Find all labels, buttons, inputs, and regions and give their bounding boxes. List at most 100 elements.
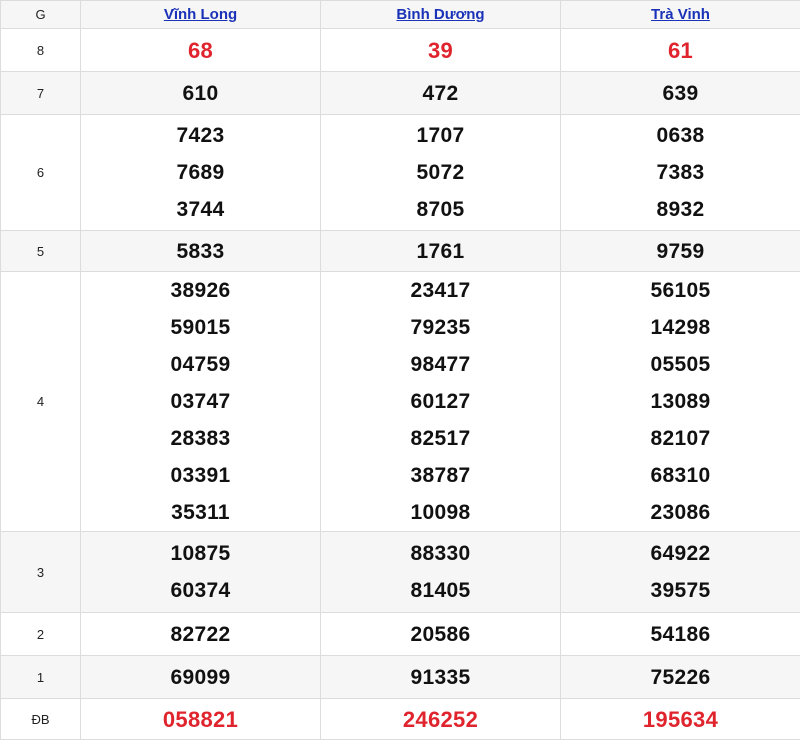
prize-8-row: 8683961 [1, 29, 800, 72]
result-cell: 063873838932 [561, 115, 800, 231]
result-cell: 23417792359847760127825173878710098 [321, 272, 561, 532]
result-number: 10098 [321, 494, 560, 531]
special-prize-row: ĐB058821246252195634 [1, 699, 800, 740]
prize-4-row: 4389265901504759037472838303391353112341… [1, 272, 800, 532]
result-cell: 20586 [321, 613, 561, 656]
province-link-binh-duong[interactable]: Bình Dương [396, 6, 484, 23]
lottery-results-table: G Vĩnh Long Bình Dương Trà Vinh 86839617… [0, 0, 800, 740]
result-cell: 68 [81, 29, 321, 72]
prize-label: 5 [1, 231, 81, 272]
result-number: 9759 [561, 233, 800, 270]
result-cell: 39 [321, 29, 561, 72]
result-cell: 69099 [81, 656, 321, 699]
prize-label: 3 [1, 532, 81, 613]
result-number: 59015 [81, 309, 320, 346]
result-number: 1761 [321, 233, 560, 270]
result-cell: 9759 [561, 231, 800, 272]
result-cell: 246252 [321, 699, 561, 740]
result-number: 88330 [321, 535, 560, 572]
result-cell: 8833081405 [321, 532, 561, 613]
prize-label: 8 [1, 29, 81, 72]
province-link-tra-vinh[interactable]: Trà Vinh [651, 6, 710, 23]
result-number: 246252 [321, 701, 560, 738]
result-number: 5833 [81, 233, 320, 270]
result-number: 68 [81, 32, 320, 69]
result-cell: 91335 [321, 656, 561, 699]
result-number: 058821 [81, 701, 320, 738]
result-cell: 610 [81, 72, 321, 115]
result-number: 7383 [561, 154, 800, 191]
prize-column-header: G [1, 1, 81, 29]
prize-2-row: 2827222058654186 [1, 613, 800, 656]
result-number: 05505 [561, 346, 800, 383]
result-number: 23417 [321, 272, 560, 309]
prize-label: 2 [1, 613, 81, 656]
result-number: 03391 [81, 457, 320, 494]
result-cell: 5833 [81, 231, 321, 272]
result-number: 7689 [81, 154, 320, 191]
result-number: 35311 [81, 494, 320, 531]
result-cell: 56105142980550513089821076831023086 [561, 272, 800, 532]
result-number: 04759 [81, 346, 320, 383]
result-number: 639 [561, 75, 800, 112]
result-number: 64922 [561, 535, 800, 572]
result-number: 14298 [561, 309, 800, 346]
province-header-tra-vinh: Trà Vinh [561, 1, 800, 29]
result-number: 91335 [321, 659, 560, 696]
result-number: 39575 [561, 572, 800, 609]
province-header-binh-duong: Bình Dương [321, 1, 561, 29]
result-number: 472 [321, 75, 560, 112]
result-number: 60374 [81, 572, 320, 609]
result-number: 75226 [561, 659, 800, 696]
result-number: 38787 [321, 457, 560, 494]
result-cell: 82722 [81, 613, 321, 656]
result-number: 54186 [561, 616, 800, 653]
result-number: 0638 [561, 117, 800, 154]
result-number: 03747 [81, 383, 320, 420]
result-cell: 1761 [321, 231, 561, 272]
province-link-vinh-long[interactable]: Vĩnh Long [164, 6, 237, 23]
prize-6-row: 6742376893744170750728705063873838932 [1, 115, 800, 231]
result-cell: 472 [321, 72, 561, 115]
result-number: 38926 [81, 272, 320, 309]
result-number: 82517 [321, 420, 560, 457]
result-number: 82107 [561, 420, 800, 457]
result-number: 8705 [321, 191, 560, 228]
header-row: G Vĩnh Long Bình Dương Trà Vinh [1, 1, 800, 29]
result-number: 98477 [321, 346, 560, 383]
result-number: 1707 [321, 117, 560, 154]
result-number: 8932 [561, 191, 800, 228]
province-header-vinh-long: Vĩnh Long [81, 1, 321, 29]
result-cell: 54186 [561, 613, 800, 656]
result-number: 3744 [81, 191, 320, 228]
prize-5-row: 5583317619759 [1, 231, 800, 272]
prize-7-row: 7610472639 [1, 72, 800, 115]
result-number: 56105 [561, 272, 800, 309]
result-number: 13089 [561, 383, 800, 420]
result-cell: 058821 [81, 699, 321, 740]
result-number: 79235 [321, 309, 560, 346]
result-number: 28383 [81, 420, 320, 457]
result-number: 60127 [321, 383, 560, 420]
result-cell: 61 [561, 29, 800, 72]
prize-label: ĐB [1, 699, 81, 740]
prize-3-row: 3108756037488330814056492239575 [1, 532, 800, 613]
result-number: 20586 [321, 616, 560, 653]
result-cell: 1087560374 [81, 532, 321, 613]
result-number: 81405 [321, 572, 560, 609]
prize-label: 1 [1, 656, 81, 699]
prize-label: 7 [1, 72, 81, 115]
result-cell: 75226 [561, 656, 800, 699]
result-cell: 742376893744 [81, 115, 321, 231]
prize-1-row: 1690999133575226 [1, 656, 800, 699]
prize-label: 6 [1, 115, 81, 231]
result-number: 10875 [81, 535, 320, 572]
result-number: 195634 [561, 701, 800, 738]
result-number: 610 [81, 75, 320, 112]
result-number: 7423 [81, 117, 320, 154]
result-number: 82722 [81, 616, 320, 653]
result-cell: 195634 [561, 699, 800, 740]
result-number: 69099 [81, 659, 320, 696]
result-number: 39 [321, 32, 560, 69]
result-number: 61 [561, 32, 800, 69]
